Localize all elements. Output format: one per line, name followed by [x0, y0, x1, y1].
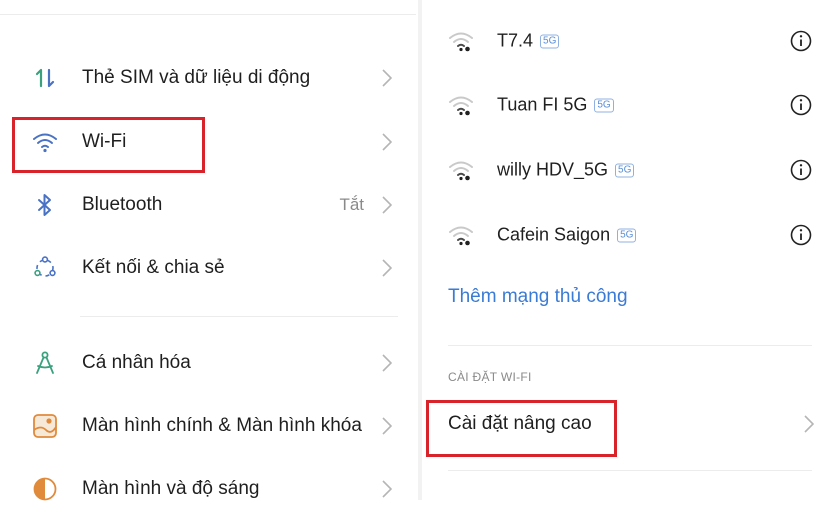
settings-item-label: Màn hình chính & Màn hình khóa	[82, 414, 362, 436]
display-brightness-icon	[32, 476, 58, 502]
chevron-right-icon	[382, 195, 392, 214]
chevron-right-icon	[382, 68, 392, 87]
info-icon[interactable]	[790, 30, 812, 52]
section-divider	[448, 345, 812, 346]
wifi-locked-signal-icon	[449, 226, 473, 246]
wifi-highlight-box	[12, 117, 205, 173]
top-divider	[0, 14, 416, 15]
network-name: Cafein Saigon	[497, 224, 611, 245]
network-name-row: T7.4 5G	[497, 30, 560, 52]
bluetooth-icon	[32, 192, 58, 218]
home-lock-screen-icon	[32, 413, 58, 439]
wifi-network-item[interactable]: Cafein Saigon 5G	[420, 203, 840, 267]
5g-badge: 5G	[594, 98, 614, 112]
chevron-right-icon	[382, 258, 392, 277]
5g-badge: 5G	[540, 34, 560, 48]
chevron-right-icon	[382, 479, 392, 498]
chevron-right-icon	[382, 353, 392, 372]
settings-item-label: Thẻ SIM và dữ liệu di động	[82, 66, 311, 88]
settings-item-sim[interactable]: Thẻ SIM và dữ liệu di động	[0, 46, 418, 109]
wifi-locked-signal-icon	[449, 161, 473, 181]
network-name-row: willy HDV_5G 5G	[497, 159, 635, 181]
sim-data-icon	[32, 65, 58, 91]
network-name: T7.4	[497, 30, 534, 51]
settings-item-label: Cá nhân hóa	[82, 351, 191, 373]
5g-badge: 5G	[617, 228, 637, 242]
settings-item-label: Màn hình và độ sáng	[82, 477, 260, 499]
wifi-network-item[interactable]: T7.4 5G	[420, 9, 840, 73]
settings-item-display-brightness[interactable]: Màn hình và độ sáng	[0, 457, 418, 520]
wifi-locked-signal-icon	[449, 32, 473, 52]
section-divider	[448, 470, 812, 471]
info-icon[interactable]	[790, 94, 812, 116]
info-icon[interactable]	[790, 159, 812, 181]
settings-item-label: Bluetooth	[82, 193, 163, 215]
chevron-right-icon	[804, 415, 814, 433]
5g-badge: 5G	[615, 163, 635, 177]
settings-item-connection-share[interactable]: Kết nối & chia sẻ	[0, 236, 418, 299]
chevron-right-icon	[382, 132, 392, 151]
advanced-settings-highlight-box	[426, 400, 617, 457]
wifi-network-item[interactable]: Tuan FI 5G 5G	[420, 73, 840, 137]
network-name-row: Tuan FI 5G 5G	[497, 95, 614, 116]
bluetooth-status: Tắt	[339, 194, 364, 214]
settings-item-label: Kết nối & chia sẻ	[82, 256, 225, 278]
settings-item-bluetooth[interactable]: Bluetooth Tắt	[0, 173, 418, 236]
network-name: Tuan FI 5G	[497, 94, 588, 115]
connection-share-icon	[32, 255, 58, 281]
personalization-icon	[32, 350, 58, 376]
network-name: willy HDV_5G	[497, 159, 609, 180]
settings-item-home-lock-screen[interactable]: Màn hình chính & Màn hình khóa	[0, 394, 418, 457]
network-name-row: Cafein Saigon 5G	[497, 224, 637, 246]
chevron-right-icon	[382, 416, 392, 435]
section-divider	[80, 316, 398, 317]
wifi-locked-signal-icon	[449, 96, 473, 116]
info-icon[interactable]	[790, 224, 812, 246]
add-network-manually-link[interactable]: Thêm mạng thủ công	[448, 286, 628, 308]
wifi-network-item[interactable]: willy HDV_5G 5G	[420, 138, 840, 202]
wifi-settings-section-title: CÀI ĐẶT WI-FI	[448, 370, 532, 384]
settings-item-personalization[interactable]: Cá nhân hóa	[0, 331, 418, 394]
